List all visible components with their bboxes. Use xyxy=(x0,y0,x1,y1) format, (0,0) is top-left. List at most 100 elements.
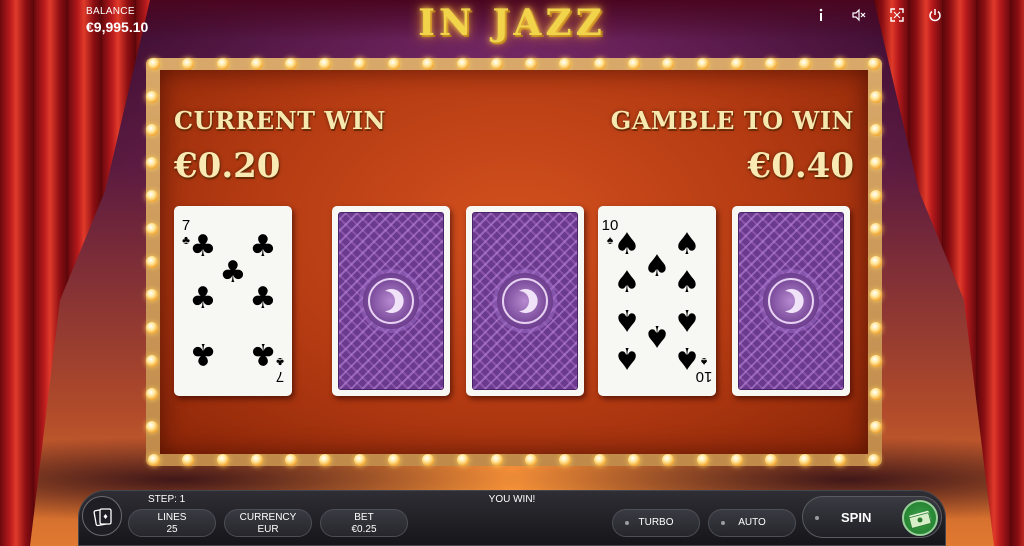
marquee-bulb xyxy=(285,58,298,70)
face-down-card[interactable] xyxy=(332,206,450,396)
picked-card: 10 ♠ ♠ ♠ ♠ ♠ ♠ ♠ ♠ ♠ ♠ ♠ 10 ♠ xyxy=(598,206,716,396)
marquee-bulb xyxy=(870,256,882,268)
marquee-bulb xyxy=(525,58,538,70)
marquee-bulb xyxy=(285,454,298,466)
gamble-cards-button[interactable] xyxy=(82,496,122,536)
marquee-bulb xyxy=(628,454,640,466)
marquee-bulb xyxy=(593,454,606,466)
marquee-bulb xyxy=(833,58,846,70)
marquee-bulb xyxy=(490,454,503,466)
collect-money-icon[interactable] xyxy=(902,500,938,536)
marquee-bulb xyxy=(148,454,160,466)
bet-label: BET xyxy=(354,512,374,523)
marquee-bulb xyxy=(422,454,435,466)
fullscreen-icon[interactable] xyxy=(886,4,908,26)
spin-button[interactable]: SPIN xyxy=(802,496,942,538)
marquee-bulb xyxy=(456,58,469,70)
turbo-button[interactable]: TURBO xyxy=(612,509,700,537)
marquee-bulb xyxy=(593,58,606,70)
card-back-emblem-icon xyxy=(363,273,419,329)
marquee-bulb xyxy=(182,454,195,466)
spade-pip: ♠ xyxy=(613,227,641,262)
marquee-bulb xyxy=(422,58,435,70)
card-corner: 7 ♣ xyxy=(275,355,285,385)
marquee-bulb xyxy=(250,58,263,70)
sound-muted-icon[interactable] xyxy=(848,4,870,26)
marquee-bulb xyxy=(730,58,743,70)
bet-control[interactable]: BET €0.25 xyxy=(320,509,408,537)
marquee-bulb xyxy=(870,157,882,169)
marquee-bulb xyxy=(146,190,158,202)
power-icon[interactable] xyxy=(924,4,946,26)
marquee-bulb xyxy=(799,58,812,70)
toggle-indicator-icon xyxy=(625,521,629,525)
marquee-bulb xyxy=(765,58,778,70)
auto-label: AUTO xyxy=(738,517,766,528)
marquee-bulb xyxy=(146,157,158,169)
auto-button[interactable]: AUTO xyxy=(708,509,796,537)
current-win-label: CURRENT WIN xyxy=(174,106,386,135)
currency-value: EUR xyxy=(257,524,279,535)
marquee-bulb xyxy=(146,421,158,433)
card-back-pattern xyxy=(738,212,844,390)
face-down-card[interactable] xyxy=(732,206,850,396)
lines-control[interactable]: LINES 25 xyxy=(128,509,216,537)
marquee-bulb xyxy=(388,58,400,70)
marquee-bulb xyxy=(559,454,572,466)
spade-pip: ♠ xyxy=(673,227,701,262)
marquee-bulb xyxy=(868,58,880,70)
info-icon[interactable] xyxy=(810,4,832,26)
marquee-bulb xyxy=(870,322,882,334)
spade-pip: ♠ xyxy=(643,318,671,353)
marquee-bulb xyxy=(353,454,366,466)
marquee-bulb xyxy=(146,223,158,235)
marquee-bulb xyxy=(628,58,640,70)
marquee-bulb xyxy=(662,454,675,466)
marquee-bulb xyxy=(870,388,882,400)
status-message: YOU WIN! xyxy=(488,494,536,505)
lines-value: 25 xyxy=(166,524,178,535)
gamble-to-win-value: €0.40 xyxy=(747,146,854,186)
lines-label: LINES xyxy=(157,512,187,523)
marquee-bulb xyxy=(870,289,882,301)
club-pip: ♣ xyxy=(249,281,277,316)
marquee-bulb xyxy=(525,454,538,466)
marquee-bulb xyxy=(146,289,158,301)
spade-pip: ♠ xyxy=(673,302,701,337)
marquee-bulb xyxy=(146,322,158,334)
marquee-bulb xyxy=(662,58,675,70)
marquee-bulb xyxy=(250,454,263,466)
face-down-card[interactable] xyxy=(466,206,584,396)
club-pip: ♣ xyxy=(219,255,247,290)
spade-pip: ♠ xyxy=(613,302,641,337)
marquee-bulb xyxy=(799,454,812,466)
marquee-bulb xyxy=(353,58,366,70)
marquee-bulb xyxy=(870,190,882,202)
spin-label: SPIN xyxy=(841,510,872,525)
marquee-bulb xyxy=(456,454,469,466)
marquee-bulb xyxy=(216,58,229,70)
currency-control[interactable]: CURRENCY EUR xyxy=(224,509,312,537)
game-logo: IN JAZZ xyxy=(418,2,606,44)
marquee-bulb xyxy=(319,58,332,70)
marquee-bulb xyxy=(870,355,882,367)
marquee-bulb xyxy=(146,355,158,367)
marquee-bulb xyxy=(182,58,195,70)
marquee-bulb xyxy=(870,223,882,235)
club-pip: ♣ xyxy=(249,229,277,264)
marquee-bulb xyxy=(490,58,503,70)
cards-icon xyxy=(93,508,112,527)
top-toolbar xyxy=(810,4,946,26)
bet-value: €0.25 xyxy=(351,524,377,535)
marquee-bulb xyxy=(696,454,709,466)
gamble-to-win-label: GAMBLE TO WIN xyxy=(610,106,854,135)
marquee-bulb xyxy=(833,454,846,466)
toggle-indicator-icon xyxy=(721,521,725,525)
balance-value: €9,995.10 xyxy=(86,19,149,35)
card-back-emblem-icon xyxy=(763,273,819,329)
marquee-bulb xyxy=(216,454,229,466)
currency-label: CURRENCY xyxy=(239,512,297,523)
marquee-bulb xyxy=(146,124,158,136)
marquee-bulb xyxy=(765,454,778,466)
marquee-bulb xyxy=(696,58,709,70)
